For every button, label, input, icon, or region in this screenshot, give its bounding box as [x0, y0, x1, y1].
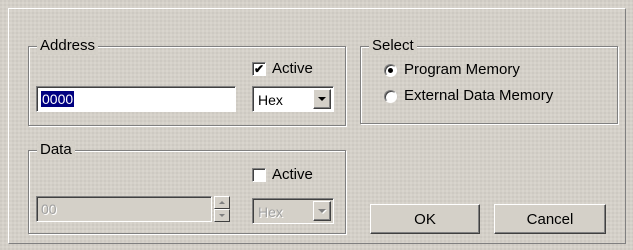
- address-value-input[interactable]: 0000: [36, 86, 236, 112]
- data-value-spinner[interactable]: [214, 196, 230, 222]
- radio-program-memory-button[interactable]: [384, 63, 397, 77]
- spin-down-icon[interactable]: [214, 209, 230, 222]
- data-format-select[interactable]: Hex: [252, 198, 334, 224]
- select-group: Select: [360, 37, 618, 124]
- chevron-down-icon[interactable]: [313, 201, 331, 221]
- data-active-checkbox[interactable]: [252, 168, 266, 182]
- radio-external-data-memory[interactable]: External Data Memory: [384, 87, 553, 105]
- ok-button[interactable]: OK: [370, 204, 480, 234]
- select-group-legend: Select: [369, 37, 417, 55]
- data-active-checkbox-row[interactable]: Active: [252, 166, 313, 184]
- spin-up-icon[interactable]: [214, 196, 230, 209]
- data-value-input[interactable]: 00: [36, 196, 212, 222]
- address-format-value: Hex: [258, 92, 283, 108]
- address-group-legend: Address: [37, 37, 99, 55]
- data-format-value: Hex: [258, 204, 283, 220]
- address-value-text: 0000: [41, 91, 75, 107]
- chevron-down-icon[interactable]: [313, 89, 331, 109]
- check-icon: ✔: [253, 62, 265, 76]
- data-value-text: 00: [41, 201, 57, 217]
- cancel-button[interactable]: Cancel: [494, 204, 606, 234]
- address-active-label: Active: [272, 60, 313, 77]
- address-active-checkbox-row[interactable]: ✔ Active: [252, 60, 313, 78]
- data-active-label: Active: [272, 166, 313, 183]
- radio-program-memory-label: Program Memory: [404, 61, 520, 78]
- radio-selected-dot: [388, 67, 393, 73]
- radio-external-data-memory-button[interactable]: [384, 89, 397, 103]
- address-format-select[interactable]: Hex: [252, 86, 334, 112]
- radio-external-data-memory-label: External Data Memory: [404, 87, 554, 104]
- data-group-legend: Data: [37, 141, 75, 159]
- address-active-checkbox[interactable]: ✔: [252, 62, 266, 76]
- radio-program-memory[interactable]: Program Memory: [384, 61, 520, 79]
